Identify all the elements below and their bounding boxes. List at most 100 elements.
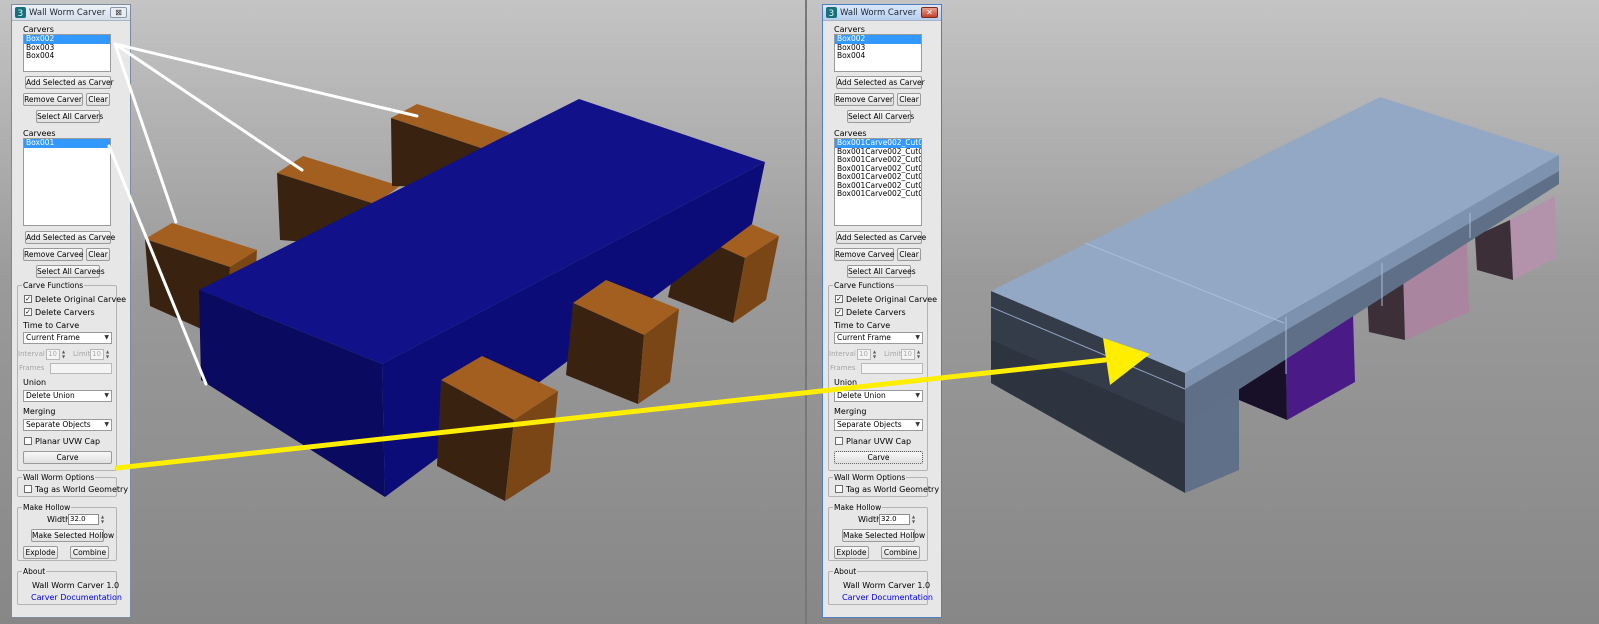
list-item[interactable]: Box003 — [835, 44, 921, 53]
interval-spinner[interactable]: 10 — [46, 349, 60, 360]
union-label: Union — [834, 378, 858, 387]
list-item[interactable]: Box001 — [24, 139, 110, 148]
delete-original-carvee-label: Delete Original Carvee — [846, 295, 938, 304]
remove-carvee-button[interactable]: Remove Carvee — [834, 248, 894, 261]
width-spinner[interactable]: 32.0 — [68, 514, 99, 525]
limit-spinner-arrows[interactable]: ▲ ▼ — [916, 349, 921, 360]
close-icon[interactable]: ⊠ — [110, 7, 127, 18]
planar-uvw-cap-label: Planar UVW Cap — [846, 437, 912, 446]
carvees-label: Carvees — [834, 129, 867, 138]
wall-worm-options-group: Wall Worm Options Tag as World Geometry — [828, 473, 939, 497]
add-selected-as-carver-button[interactable]: Add Selected as Carver — [836, 76, 925, 89]
chevron-down-icon: ▼ — [915, 392, 920, 399]
clear-carvees-button[interactable]: Clear — [897, 248, 921, 261]
limit-label: Limit — [73, 350, 91, 358]
interval-label: Interval — [829, 350, 856, 358]
close-icon[interactable]: ✕ — [921, 7, 938, 18]
width-label: Width — [858, 515, 882, 524]
carvers-label: Carvers — [834, 25, 865, 34]
delete-original-carvee-checkbox[interactable]: ✓ — [24, 295, 32, 303]
carvees-list[interactable]: Box001 — [23, 138, 111, 226]
width-spinner[interactable]: 32.0 — [879, 514, 910, 525]
time-to-carve-label: Time to Carve — [834, 321, 891, 330]
delete-carvers-checkbox[interactable]: ✓ — [24, 308, 32, 316]
limit-spinner[interactable]: 10 — [90, 349, 104, 360]
explode-button[interactable]: Explode — [23, 546, 58, 559]
carver-documentation-link[interactable]: Carver Documentation — [31, 593, 122, 602]
wall-worm-carver-panel-before: 3 Wall Worm Carver ⊠ Carvers Box002 Box0… — [11, 4, 131, 618]
merging-dropdown[interactable]: Separate Objects ▼ — [834, 419, 923, 431]
list-item[interactable]: Box002 — [835, 35, 921, 44]
carvers-label: Carvers — [23, 25, 54, 34]
union-label: Union — [23, 378, 47, 387]
remove-carver-button[interactable]: Remove Carver — [834, 93, 894, 106]
carvers-list[interactable]: Box002 Box003 Box004 — [834, 34, 922, 72]
carvees-list[interactable]: Box001Carve002_Cut001 Box001Carve002_Cut… — [834, 138, 922, 226]
time-to-carve-label: Time to Carve — [23, 321, 80, 330]
select-all-carvers-button[interactable]: Select All Carvers — [36, 110, 103, 123]
add-selected-as-carvee-button[interactable]: Add Selected as Carvee — [25, 231, 115, 244]
make-selected-hollow-button[interactable]: Make Selected Hollow — [31, 529, 114, 542]
list-item[interactable]: Box003 — [24, 44, 110, 53]
limit-spinner[interactable]: 10 — [901, 349, 915, 360]
combine-button[interactable]: Combine — [881, 546, 920, 559]
width-spinner-arrows[interactable]: ▲ ▼ — [100, 514, 105, 525]
delete-carvers-label: Delete Carvers — [846, 308, 906, 317]
interval-spinner[interactable]: 10 — [857, 349, 871, 360]
about-label: About — [833, 567, 858, 576]
remove-carver-button[interactable]: Remove Carver — [23, 93, 83, 106]
width-spinner-arrows[interactable]: ▲ ▼ — [911, 514, 916, 525]
delete-carvers-checkbox[interactable]: ✓ — [835, 308, 843, 316]
clear-carvers-button[interactable]: Clear — [897, 93, 921, 106]
delete-original-carvee-checkbox[interactable]: ✓ — [835, 295, 843, 303]
delete-original-carvee-label: Delete Original Carvee — [35, 295, 127, 304]
tag-as-world-geometry-checkbox[interactable] — [835, 485, 843, 493]
list-item[interactable]: Box001Carve002_Cut002 — [835, 148, 921, 157]
list-item[interactable]: Box004 — [24, 52, 110, 61]
time-to-carve-dropdown[interactable]: Current Frame ▼ — [23, 332, 112, 344]
title-bar[interactable]: 3 Wall Worm Carver ✕ — [823, 5, 941, 21]
remove-carvee-button[interactable]: Remove Carvee — [23, 248, 83, 261]
title-bar[interactable]: 3 Wall Worm Carver ⊠ — [12, 5, 130, 21]
select-all-carvees-button[interactable]: Select All Carvees — [847, 265, 916, 278]
frames-field[interactable] — [861, 363, 923, 374]
select-all-carvers-button[interactable]: Select All Carvers — [847, 110, 914, 123]
list-item[interactable]: Box002 — [24, 35, 110, 44]
carvers-list[interactable]: Box002 Box003 Box004 — [23, 34, 111, 72]
frames-field[interactable] — [50, 363, 112, 374]
select-all-carvees-button[interactable]: Select All Carvees — [36, 265, 105, 278]
frames-label: Frames — [830, 364, 856, 372]
time-to-carve-dropdown[interactable]: Current Frame ▼ — [834, 332, 923, 344]
carve-functions-label: Carve Functions — [22, 281, 85, 290]
carve-button[interactable]: Carve — [23, 451, 112, 464]
list-item[interactable]: Box004 — [835, 52, 921, 61]
list-item[interactable]: Box001Carve002_Cut004 — [835, 156, 921, 165]
add-selected-as-carver-button[interactable]: Add Selected as Carver — [25, 76, 114, 89]
list-item[interactable]: Box001Carve002_Cut001 — [835, 139, 921, 148]
planar-uvw-cap-checkbox[interactable] — [24, 437, 32, 445]
clear-carvers-button[interactable]: Clear — [86, 93, 110, 106]
list-item[interactable]: Box001Carve002_Cut007_ — [835, 182, 921, 191]
explode-button[interactable]: Explode — [834, 546, 869, 559]
list-item[interactable]: Box001Carve002_Cut007 — [835, 173, 921, 182]
merging-dropdown[interactable]: Separate Objects ▼ — [23, 419, 112, 431]
carve-button[interactable]: Carve — [834, 451, 923, 464]
list-item[interactable]: Box001Carve002_Cut007_ — [835, 190, 921, 199]
carver-box-front-middle — [566, 280, 679, 404]
width-label: Width — [47, 515, 71, 524]
interval-spinner-arrows[interactable]: ▲ ▼ — [872, 349, 877, 360]
tag-as-world-geometry-checkbox[interactable] — [24, 485, 32, 493]
union-dropdown[interactable]: Delete Union ▼ — [23, 390, 112, 402]
planar-uvw-cap-checkbox[interactable] — [835, 437, 843, 445]
version-text: Wall Worm Carver 1.0 — [32, 581, 120, 590]
limit-spinner-arrows[interactable]: ▲ ▼ — [105, 349, 110, 360]
clear-carvees-button[interactable]: Clear — [86, 248, 110, 261]
union-value: Delete Union — [837, 391, 886, 400]
list-item[interactable]: Box001Carve002_Cut006 — [835, 165, 921, 174]
union-dropdown[interactable]: Delete Union ▼ — [834, 390, 923, 402]
add-selected-as-carvee-button[interactable]: Add Selected as Carvee — [836, 231, 926, 244]
combine-button[interactable]: Combine — [70, 546, 109, 559]
carver-documentation-link[interactable]: Carver Documentation — [842, 593, 933, 602]
make-selected-hollow-button[interactable]: Make Selected Hollow — [842, 529, 925, 542]
interval-spinner-arrows[interactable]: ▲ ▼ — [61, 349, 66, 360]
